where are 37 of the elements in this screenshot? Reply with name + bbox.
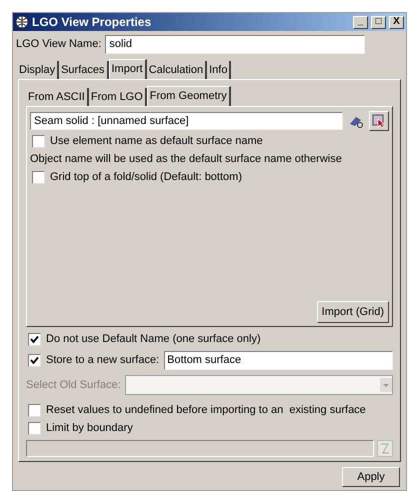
view-name-field[interactable]: solid: [105, 34, 366, 54]
checkbox-label: Use element name as default surface name: [50, 134, 263, 149]
checkbox-label: Do not use Default Name (one surface only): [46, 332, 261, 347]
boundary-field[interactable]: [26, 440, 374, 457]
globe-icon: [15, 15, 29, 29]
checkbox[interactable]: [32, 134, 45, 148]
checkbox-label: Grid top of a fold/solid (Default: bottom): [50, 170, 242, 185]
tab[interactable]: Display: [17, 61, 60, 79]
tab[interactable]: From Geometry: [146, 86, 231, 106]
tab[interactable]: From ASCII: [26, 88, 89, 106]
checkbox[interactable]: [28, 422, 41, 434]
checkbox[interactable]: [32, 170, 45, 184]
view-name-label: LGO View Name:: [16, 36, 102, 52]
cursor-icon: [372, 114, 386, 128]
window-control[interactable]: _: [353, 16, 368, 28]
window-control[interactable]: □: [371, 16, 386, 28]
checkbox-label: Store to a new surface:: [46, 352, 160, 368]
tab[interactable]: Surfaces: [59, 61, 108, 79]
tab[interactable]: Import: [108, 59, 147, 79]
surface-name-field[interactable]: Bottom surface: [164, 350, 393, 370]
geometry-field[interactable]: Seam solid : [unnamed surface]: [30, 112, 343, 130]
checkbox-label: Reset values to undefined before importing to an existing surface: [46, 402, 366, 418]
old-surface-dropdown[interactable]: [124, 375, 393, 395]
checkbox[interactable]: [28, 332, 41, 346]
window-title: LGO View Properties: [32, 14, 152, 31]
apply-button[interactable]: Apply: [342, 467, 400, 487]
select-old-surface-label: Select Old Surface:: [26, 378, 121, 393]
checkbox[interactable]: [28, 404, 41, 416]
tab[interactable]: Info: [207, 61, 232, 79]
checkbox[interactable]: [28, 354, 41, 366]
select-button[interactable]: [369, 111, 389, 131]
tab[interactable]: Calculation: [146, 61, 208, 79]
window-control[interactable]: X: [389, 16, 404, 28]
import-grid-button[interactable]: Import (Grid): [316, 301, 389, 323]
tab[interactable]: From LGO: [88, 88, 147, 106]
hint-text: Object name will be used as the default surface name otherwise: [30, 152, 342, 167]
checkbox-label: Limit by boundary: [46, 420, 133, 436]
